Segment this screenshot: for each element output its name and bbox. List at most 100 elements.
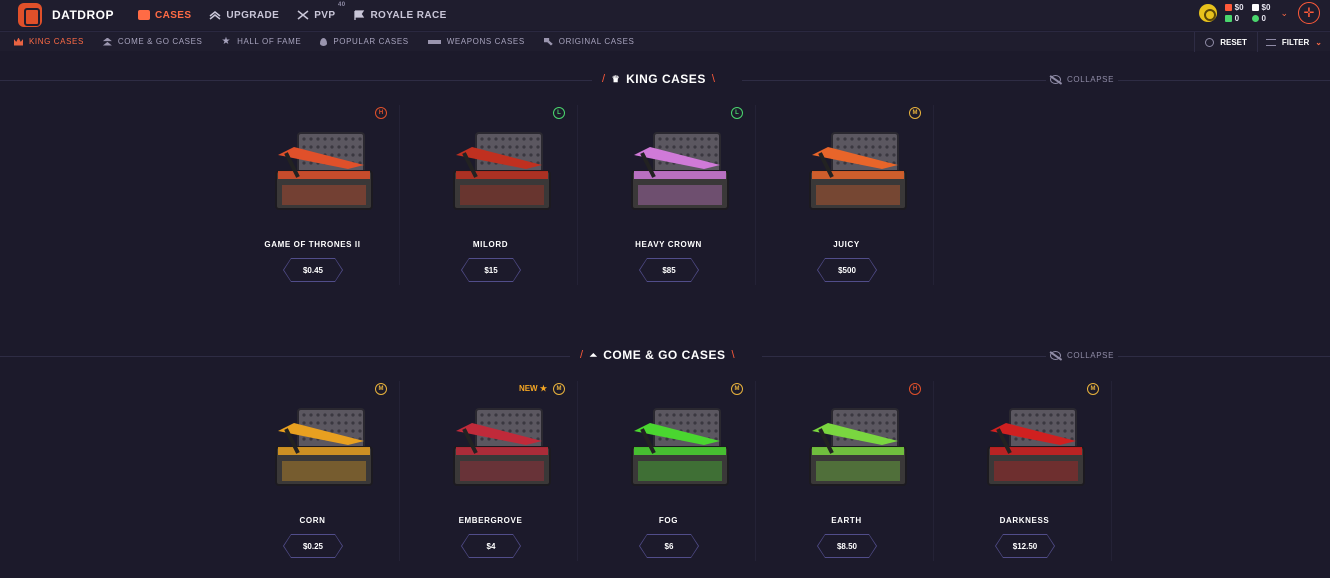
case-image[interactable]	[802, 125, 914, 213]
divider	[0, 356, 570, 357]
balance-gem: 0	[1224, 14, 1244, 23]
new-badge: NEW ★	[518, 384, 547, 393]
case-card[interactable]: H EARTH $8.50	[760, 381, 934, 561]
main-nav: CASES UPGRADE PVP 40 ROYALE RACE	[137, 2, 465, 21]
divider	[742, 80, 1330, 81]
slash-decoration: \	[731, 349, 736, 361]
case-image[interactable]	[446, 401, 558, 489]
collapse-button[interactable]: COLLAPSE	[1046, 75, 1119, 84]
brand-name: DATDROP	[52, 8, 114, 22]
case-card[interactable]: L MILORD $15	[404, 105, 578, 285]
wrench-icon	[543, 37, 553, 46]
tier-badge-icon: M	[909, 107, 921, 119]
flag-icon	[354, 10, 365, 20]
gem-green-icon	[1224, 15, 1232, 22]
collapse-label: COLLAPSE	[1067, 75, 1115, 84]
case-image[interactable]	[268, 401, 380, 489]
category-come-go-cases[interactable]: COME & GO CASES	[102, 36, 203, 47]
case-name: MILORD	[472, 240, 509, 249]
case-price: $6	[640, 535, 698, 557]
balance-cash: $0	[1224, 3, 1244, 12]
case-price-button[interactable]: $85	[639, 258, 699, 282]
chevron-down-icon: ⌄	[1315, 37, 1322, 47]
case-price-button[interactable]: $500	[817, 258, 877, 282]
tier-badge-icon: H	[909, 383, 921, 395]
category-label: ORIGINAL CASES	[558, 37, 635, 46]
case-price-button[interactable]: $6	[639, 534, 699, 558]
category-original-cases[interactable]: ORIGINAL CASES	[543, 36, 635, 47]
case-card[interactable]: M JUICY $500	[760, 105, 934, 285]
case-price-button[interactable]: $0.45	[283, 258, 343, 282]
case-image[interactable]	[980, 401, 1092, 489]
rifle-icon	[427, 39, 441, 44]
case-card[interactable]: H GAME OF THRONES II $0.45	[226, 105, 400, 285]
pvp-count-badge: 40	[337, 1, 346, 8]
nav-label: UPGRADE	[226, 9, 280, 21]
crosshair-button[interactable]: ✛	[1298, 2, 1320, 24]
collapse-button[interactable]: COLLAPSE	[1046, 351, 1119, 360]
case-price-button[interactable]: $12.50	[995, 534, 1055, 558]
case-card[interactable]: M DARKNESS $12.50	[938, 381, 1112, 561]
case-price-button[interactable]: $15	[461, 258, 521, 282]
case-image[interactable]	[268, 125, 380, 213]
case-price: $500	[818, 259, 876, 281]
case-price: $0.45	[284, 259, 342, 281]
category-nav: KING CASES COME & GO CASES ★ HALL OF FAM…	[14, 36, 653, 47]
case-card[interactable]: NEW ★ M EMBERGROVE $4	[404, 381, 578, 561]
case-image[interactable]	[624, 401, 736, 489]
toolbar: RESET FILTER ⌄	[1194, 32, 1322, 52]
star-icon: ★	[221, 36, 232, 47]
category-label: KING CASES	[29, 37, 84, 46]
case-image[interactable]	[802, 401, 914, 489]
category-label: HALL OF FAME	[237, 37, 302, 46]
case-image[interactable]	[624, 125, 736, 213]
case-image[interactable]	[446, 125, 558, 213]
category-hall-of-fame[interactable]: ★ HALL OF FAME	[221, 36, 301, 47]
nav-item-royale-race[interactable]: ROYALE RACE	[353, 10, 446, 21]
crown-icon: ♛	[611, 73, 621, 84]
pvp-swords-icon	[297, 10, 309, 20]
top-navigation: DATDROP CASES UPGRADE PVP 40 ROYALE RACE…	[0, 0, 1330, 30]
case-card[interactable]: L HEAVY CROWN $85	[582, 105, 756, 285]
chevron-down-icon[interactable]: ⌄	[1280, 8, 1288, 19]
tier-badge-icon: M	[553, 383, 565, 395]
tier-badge-icon: M	[1087, 383, 1099, 395]
crown-icon	[14, 37, 23, 46]
category-label: WEAPONS CASES	[446, 37, 525, 46]
balance-value: 0	[1261, 14, 1266, 23]
eye-off-icon	[1050, 351, 1061, 360]
reset-button[interactable]: RESET	[1194, 32, 1257, 52]
case-name: JUICY	[833, 240, 860, 249]
tier-badge-icon: M	[375, 383, 387, 395]
case-price: $8.50	[818, 535, 876, 557]
case-price-button[interactable]: $4	[461, 534, 521, 558]
filter-icon	[1265, 38, 1276, 46]
case-price-button[interactable]: $8.50	[817, 534, 877, 558]
category-king-cases[interactable]: KING CASES	[14, 36, 84, 47]
filter-button[interactable]: FILTER ⌄	[1256, 32, 1322, 52]
category-weapons-cases[interactable]: WEAPONS CASES	[427, 36, 525, 47]
category-label: COME & GO CASES	[117, 37, 203, 46]
slash-decoration: \	[711, 73, 716, 85]
case-price-button[interactable]: $0.25	[283, 534, 343, 558]
case-name: CORN	[299, 516, 326, 525]
divider	[0, 80, 592, 81]
slash-decoration: /	[580, 349, 584, 361]
nav-label: CASES	[154, 9, 192, 21]
balance-value: $0	[1261, 3, 1271, 12]
category-popular-cases[interactable]: POPULAR CASES	[320, 36, 408, 47]
case-price: $12.50	[996, 535, 1054, 557]
case-name: EARTH	[831, 516, 862, 525]
nav-item-cases[interactable]: CASES	[137, 9, 192, 21]
balance-value: 0	[1234, 14, 1240, 23]
brand-logo[interactable]: DATDROP	[18, 3, 114, 27]
reset-label: RESET	[1220, 37, 1247, 47]
d-token-icon	[1251, 15, 1259, 22]
nav-item-pvp[interactable]: PVP 40	[297, 2, 345, 21]
nav-item-upgrade[interactable]: UPGRADE	[209, 10, 279, 21]
case-card[interactable]: M FOG $6	[582, 381, 756, 561]
crosshair-icon: ✛	[1303, 5, 1315, 20]
coin-icon[interactable]	[1198, 4, 1217, 22]
case-card[interactable]: M CORN $0.25	[226, 381, 400, 561]
case-name: GAME OF THRONES II	[264, 240, 361, 249]
